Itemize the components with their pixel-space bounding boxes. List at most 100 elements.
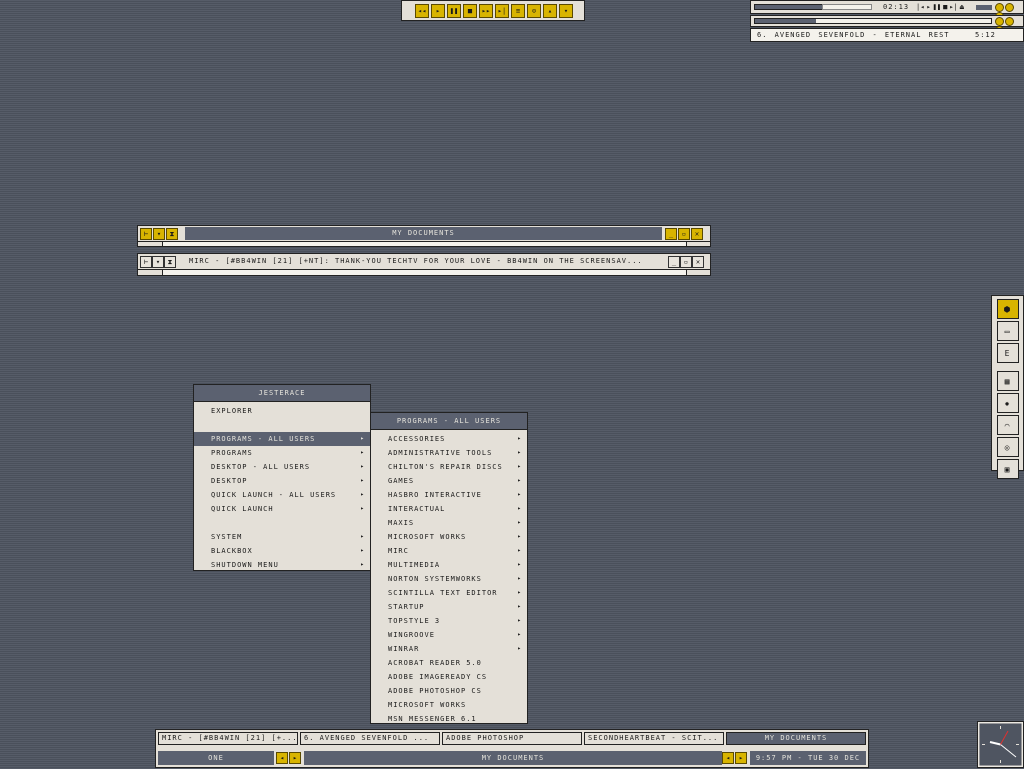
maximize-icon[interactable]: ▫ (678, 228, 690, 240)
next-workspace-icon[interactable]: ▸ (289, 752, 301, 764)
menu-item[interactable]: ADOBE IMAGEREADY CS (371, 670, 527, 684)
menu-item[interactable]: MICROSOFT WORKS ▸ (371, 530, 527, 544)
menu-item[interactable]: MIRC ▸ (371, 544, 527, 558)
prev-workspace-icon[interactable]: ◂ (276, 752, 288, 764)
maximize-icon[interactable]: ▫ (680, 256, 692, 268)
play-icon[interactable]: ▸ (431, 4, 445, 18)
fast-forward-icon[interactable]: ▸▸ (479, 4, 493, 18)
menu-item[interactable]: WINRAR ▸ (371, 642, 527, 656)
down-icon[interactable]: ▾ (559, 4, 573, 18)
minimize-icon[interactable]: _ (665, 228, 677, 240)
menu-item-label: QUICK LAUNCH (211, 505, 274, 513)
menu-item-label: MIRC (388, 547, 409, 555)
menu-item-label: MICROSOFT WORKS (388, 701, 467, 709)
menu-item[interactable]: SCINTILLA TEXT EDITOR ▸ (371, 586, 527, 600)
task-button[interactable]: 6. AVENGED SEVENFOLD ... (300, 732, 440, 745)
menu-item[interactable]: SYSTEM ▸ (194, 530, 370, 544)
minimize-icon[interactable]: _ (668, 256, 680, 268)
menu-item[interactable]: BLACKBOX ▸ (194, 544, 370, 558)
window-shade-icon[interactable]: ▾ (153, 228, 165, 240)
winamp-eject-icon[interactable]: ⏏ (960, 3, 964, 11)
window-sticky-icon[interactable]: ⧗ (166, 228, 178, 240)
hex-icon[interactable]: ⬢ (996, 299, 1019, 319)
skip-end-icon[interactable]: ▸| (495, 4, 509, 18)
menu-item-label: TOPSTYLE 3 (388, 617, 441, 625)
up-icon[interactable]: ▴ (543, 4, 557, 18)
winamp-volume-slider[interactable] (976, 5, 992, 10)
submenu-arrow-icon: ▸ (360, 477, 365, 484)
menu-item[interactable]: CHILTON'S REPAIR DISCS ▸ (371, 460, 527, 474)
winamp-pause-icon[interactable]: ❚❚ (933, 3, 941, 11)
window-sticky-icon[interactable]: ⧗ (164, 256, 176, 268)
winamp-seek-bar[interactable] (754, 18, 992, 24)
menu-item[interactable]: DESKTOP - ALL USERS ▸ (194, 460, 370, 474)
clock: 9:57 PM - TUE 30 DEC (750, 751, 866, 765)
menu-item[interactable]: QUICK LAUNCH ▸ (194, 502, 370, 516)
menu-item[interactable]: ADOBE PHOTOSHOP CS (371, 684, 527, 698)
menu-item[interactable]: DESKTOP ▸ (194, 474, 370, 488)
next-window-icon[interactable]: ▸ (735, 752, 747, 764)
menu-item[interactable]: GAMES ▸ (371, 474, 527, 488)
task-button[interactable]: SECONDHEARTBEAT - SCIT... (584, 732, 724, 745)
winamp-prev-icon[interactable]: |◂ (916, 3, 924, 11)
menu-item[interactable]: MAXIS ▸ (371, 516, 527, 530)
gear-icon[interactable]: ✹ (996, 393, 1019, 413)
submenu-arrow-icon: ▸ (360, 547, 365, 554)
winamp-shade-icon[interactable] (1005, 3, 1014, 12)
menu-item[interactable]: EXPLORER (194, 404, 370, 418)
submenu-arrow-icon: ▸ (517, 491, 522, 498)
task-button[interactable]: ADOBE PHOTOSHOP (442, 732, 582, 745)
menu-item[interactable]: ADMINISTRATIVE TOOLS ▸ (371, 446, 527, 460)
workspace-label: ONE (158, 751, 274, 765)
menu-item[interactable]: MULTIMEDIA ▸ (371, 558, 527, 572)
menu-item[interactable]: PROGRAMS ▸ (194, 446, 370, 460)
menu-item[interactable]: STARTUP ▸ (371, 600, 527, 614)
window-menu-icon[interactable]: ⊢ (140, 228, 152, 240)
menu-item-label: MICROSOFT WORKS (388, 533, 467, 541)
menu-item[interactable]: NORTON SYSTEMWORKS ▸ (371, 572, 527, 586)
menu-item-label: WINRAR (388, 645, 420, 653)
winamp-next-icon[interactable]: ▸| (949, 3, 957, 11)
menu-item[interactable]: ACROBAT READER 5.0 (371, 656, 527, 670)
mouse-icon[interactable]: ⌒ (996, 415, 1019, 435)
pause-icon[interactable]: ❚❚ (447, 4, 461, 18)
playlist-icon[interactable]: ≡ (511, 4, 525, 18)
window-icon[interactable]: ▭ (996, 321, 1019, 341)
menu-item[interactable]: QUICK LAUNCH - ALL USERS ▸ (194, 488, 370, 502)
winamp-next-icon[interactable] (1005, 17, 1014, 26)
stop-icon[interactable]: ■ (463, 4, 477, 18)
disc-icon[interactable]: ◎ (996, 437, 1019, 457)
window-menu-icon[interactable]: ⊢ (140, 256, 152, 268)
menu-item[interactable]: WINGROOVE ▸ (371, 628, 527, 642)
network-icon[interactable]: ▦ (996, 371, 1019, 391)
task-button[interactable]: MY DOCUMENTS (726, 732, 866, 745)
taskbar: MIRC - [#BB4WIN [21] [+... 6. AVENGED SEV… (155, 729, 869, 768)
menu-item[interactable]: PROGRAMS - ALL USERS ▸ (194, 432, 370, 446)
winamp-play-icon[interactable]: ▸ (926, 3, 930, 11)
menu-item[interactable]: TOPSTYLE 3 ▸ (371, 614, 527, 628)
menu-item[interactable]: ACCESSORIES ▸ (371, 432, 527, 446)
submenu-arrow-icon: ▸ (517, 631, 522, 638)
winamp-stop-icon[interactable]: ■ (943, 3, 947, 11)
window-shade-icon[interactable]: ▾ (152, 256, 164, 268)
rewind-icon[interactable]: ◂◂ (415, 4, 429, 18)
menu-item-label: ADOBE PHOTOSHOP CS (388, 687, 482, 695)
close-icon[interactable]: ✕ (691, 228, 703, 240)
menu-item[interactable]: SHUTDOWN MENU ▸ (194, 558, 370, 572)
e-icon[interactable]: E (996, 343, 1019, 363)
menu-item[interactable]: HASBRO INTERACTIVE ▸ (371, 488, 527, 502)
window-handle[interactable] (137, 270, 711, 276)
prev-window-icon[interactable]: ◂ (722, 752, 734, 764)
window-handle[interactable] (137, 242, 711, 247)
winamp-menu-icon[interactable] (995, 3, 1004, 12)
menu-item[interactable]: MICROSOFT WORKS (371, 698, 527, 712)
menu-item[interactable]: MSN MESSENGER 6.1 (371, 712, 527, 726)
winamp-prev-icon[interactable] (995, 17, 1004, 26)
clock-widget (977, 721, 1024, 768)
task-list: MIRC - [#BB4WIN [21] [+... 6. AVENGED SEV… (158, 732, 868, 747)
eject-icon[interactable]: ⊙ (527, 4, 541, 18)
menu-item[interactable]: INTERACTUAL ▸ (371, 502, 527, 516)
monitor-icon[interactable]: ▣ (996, 459, 1019, 479)
close-icon[interactable]: ✕ (692, 256, 704, 268)
task-button[interactable]: MIRC - [#BB4WIN [21] [+... (158, 732, 298, 745)
